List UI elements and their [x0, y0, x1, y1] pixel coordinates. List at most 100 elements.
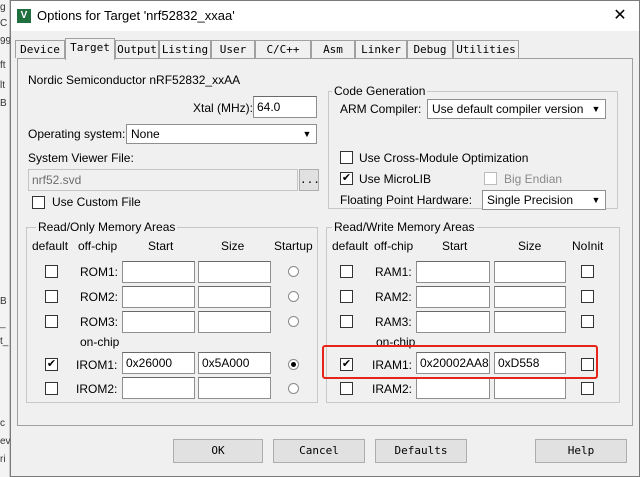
strip-text: ft — [0, 60, 6, 71]
irom1-startup-radio[interactable] — [288, 359, 299, 370]
target-tab-panel: Nordic Semiconductor nRF52832_xxAA Xtal … — [17, 58, 633, 426]
rom2-startup-radio[interactable] — [288, 291, 299, 302]
irom2-label: IROM2: — [76, 382, 118, 396]
rom-startup-header: Startup — [274, 239, 313, 253]
fp-hardware-select[interactable]: Single Precision ▼ — [482, 190, 606, 210]
rom3-startup-radio[interactable] — [288, 316, 299, 327]
irom2-startup-radio[interactable] — [288, 383, 299, 394]
strip-text: g — [0, 2, 6, 13]
svd-file-input[interactable]: nrf52.svd — [28, 169, 298, 191]
code-generation-title: Code Generation — [332, 84, 428, 98]
ram1-size-input[interactable] — [494, 261, 566, 283]
rom1-label: ROM1: — [80, 265, 119, 279]
ram3-noinit-checkbox[interactable] — [581, 315, 594, 328]
rom2-start-input[interactable] — [122, 286, 195, 308]
close-icon[interactable]: ✕ — [609, 5, 631, 27]
ram2-size-input[interactable] — [494, 286, 566, 308]
rom-onchip-label: on-chip — [80, 335, 120, 349]
tab-linker[interactable]: Linker — [355, 40, 407, 58]
rom3-default-checkbox[interactable] — [45, 315, 58, 328]
options-dialog: V Options for Target 'nrf52832_xxaa' ✕ D… — [10, 0, 640, 477]
irom1-size-input[interactable]: 0x5A000 — [198, 352, 271, 374]
ram-noinit-header: NoInit — [572, 239, 604, 253]
ram3-label: RAM3: — [375, 315, 412, 329]
ram3-start-input[interactable] — [416, 311, 490, 333]
tab-target[interactable]: Target — [65, 38, 115, 60]
iram2-start-input[interactable] — [416, 377, 490, 399]
tab-utilities[interactable]: Utilities — [453, 40, 519, 58]
title-bar[interactable]: V Options for Target 'nrf52832_xxaa' ✕ — [11, 1, 639, 31]
irom2-default-checkbox[interactable] — [45, 382, 58, 395]
strip-text: B — [0, 296, 7, 307]
big-endian-checkbox[interactable] — [484, 172, 497, 185]
rom-offchip-header: off-chip — [78, 239, 118, 253]
iram2-default-checkbox[interactable] — [340, 382, 353, 395]
microlib-checkbox[interactable]: ✔ — [340, 172, 353, 185]
strip-text: ri — [0, 454, 6, 465]
help-button[interactable]: Help — [535, 439, 627, 463]
rom1-size-input[interactable] — [198, 261, 271, 283]
rom3-start-input[interactable] — [122, 311, 195, 333]
arm-compiler-select[interactable]: Use default compiler version ▼ — [427, 99, 606, 119]
irom1-start-input[interactable]: 0x26000 — [122, 352, 195, 374]
background-editor-strip: g C 99 ft lt B B _ t_ c ev ri — [0, 0, 11, 477]
rom1-default-checkbox[interactable] — [45, 265, 58, 278]
strip-text: t_ — [0, 336, 9, 347]
ram-areas-title: Read/Write Memory Areas — [332, 220, 477, 234]
use-custom-file-checkbox[interactable] — [32, 196, 45, 209]
cross-module-label: Use Cross-Module Optimization — [359, 151, 529, 165]
ram2-default-checkbox[interactable] — [340, 290, 353, 303]
ram1-noinit-checkbox[interactable] — [581, 265, 594, 278]
strip-text: lt — [0, 80, 5, 91]
tab-asm[interactable]: Asm — [311, 40, 355, 58]
fp-hardware-label: Floating Point Hardware: — [340, 193, 473, 207]
strip-text: ev — [0, 436, 11, 447]
cross-module-checkbox[interactable] — [340, 151, 353, 164]
use-custom-file-label: Use Custom File — [52, 195, 141, 209]
ram1-start-input[interactable] — [416, 261, 490, 283]
irom1-label: IROM1: — [76, 358, 118, 372]
os-select[interactable]: None ▼ — [126, 124, 317, 144]
tab-device[interactable]: Device — [15, 40, 65, 58]
ram3-default-checkbox[interactable] — [340, 315, 353, 328]
arm-compiler-value: Use default compiler version — [432, 102, 584, 116]
ram2-start-input[interactable] — [416, 286, 490, 308]
rom2-default-checkbox[interactable] — [45, 290, 58, 303]
ram3-size-input[interactable] — [494, 311, 566, 333]
ram-default-header: default — [332, 239, 369, 253]
tab-c-cpp[interactable]: C/C++ — [255, 40, 311, 58]
tab-listing[interactable]: Listing — [159, 40, 211, 58]
ok-button[interactable]: OK — [173, 439, 263, 463]
iram2-noinit-checkbox[interactable] — [581, 382, 594, 395]
rom3-label: ROM3: — [80, 315, 119, 329]
irom2-size-input[interactable] — [198, 377, 271, 399]
ram-start-header: Start — [442, 239, 468, 253]
rom-start-header: Start — [148, 239, 174, 253]
tab-debug[interactable]: Debug — [407, 40, 453, 58]
strip-text: B — [0, 98, 7, 109]
strip-text: c — [0, 418, 5, 429]
rom3-size-input[interactable] — [198, 311, 271, 333]
chevron-down-icon: ▼ — [591, 104, 601, 114]
iram2-size-input[interactable] — [494, 377, 566, 399]
ram1-default-checkbox[interactable] — [340, 265, 353, 278]
irom1-default-checkbox[interactable]: ✔ — [45, 358, 58, 371]
rom2-size-input[interactable] — [198, 286, 271, 308]
strip-text: _ — [0, 318, 6, 329]
tab-output[interactable]: Output — [115, 40, 159, 58]
irom2-start-input[interactable] — [122, 377, 195, 399]
ram2-label: RAM2: — [375, 290, 412, 304]
cancel-button[interactable]: Cancel — [273, 439, 365, 463]
rom1-start-input[interactable] — [122, 261, 195, 283]
svd-browse-button[interactable]: ... — [299, 169, 320, 191]
svd-label: System Viewer File: — [28, 151, 134, 165]
uvision-app-icon: V — [17, 9, 31, 23]
dialog-title: Options for Target 'nrf52832_xxaa' — [37, 8, 235, 23]
tab-user[interactable]: User — [211, 40, 255, 58]
rom1-startup-radio[interactable] — [288, 266, 299, 277]
xtal-input[interactable]: 64.0 — [253, 96, 317, 118]
defaults-button[interactable]: Defaults — [375, 439, 467, 463]
ram2-noinit-checkbox[interactable] — [581, 290, 594, 303]
iram2-label: IRAM2: — [372, 382, 413, 396]
chevron-down-icon: ▼ — [302, 129, 312, 139]
